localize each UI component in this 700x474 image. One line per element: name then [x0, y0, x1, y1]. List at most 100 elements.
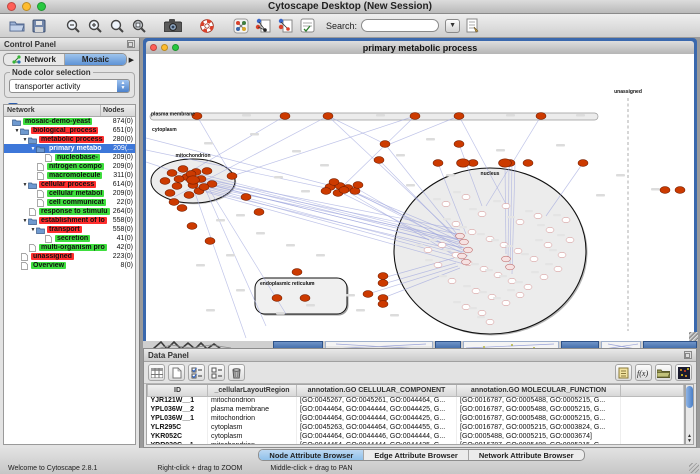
table-cell[interactable]: YPL036W__1: [148, 414, 208, 423]
zoom-selected-icon[interactable]: [130, 17, 148, 35]
attribute-table-header[interactable]: ID _cellularLayoutRegion annotation.GO C…: [148, 385, 684, 396]
snapshot-camera-icon[interactable]: [164, 17, 182, 35]
network-view-window[interactable]: primary metabolic process plasma membran…: [143, 38, 697, 341]
open-folder-icon[interactable]: [8, 17, 26, 35]
tree-row[interactable]: nitrogen compo209(0): [4, 162, 135, 171]
scrollbar-arrows-icon[interactable]: ▲▼: [686, 434, 693, 444]
attribute-grid-icon[interactable]: [148, 364, 165, 381]
attribute-matrix-icon[interactable]: [675, 364, 692, 381]
tree-column-network[interactable]: Network: [4, 105, 101, 116]
vizmapper-icon[interactable]: [232, 17, 250, 35]
table-cell[interactable]: [GO:0045263, GO:0044464, GO:0044455, G..…: [297, 423, 457, 432]
window-resize-grip[interactable]: [689, 332, 698, 341]
table-row[interactable]: YPL036W__2plasma membrane[GO:0044464, GO…: [148, 405, 684, 414]
tree-row[interactable]: response to stimulu264(0): [4, 207, 135, 216]
table-scrollbar[interactable]: ▲▼: [685, 384, 694, 445]
col-layout-region[interactable]: _cellularLayoutRegion: [208, 385, 297, 396]
tree-row[interactable]: ▼establishment of lo558(0): [4, 216, 135, 225]
table-row[interactable]: YLR295Ccytoplasm[GO:0045263, GO:0044464,…: [148, 423, 684, 432]
import-attributes-folder-icon[interactable]: [655, 364, 672, 381]
network-graph[interactable]: plasma membranecytoplasmmitochondrionnuc…: [146, 54, 694, 341]
app-resize-grip[interactable]: [689, 463, 699, 473]
node-color-combobox[interactable]: transporter activity ▲▼: [9, 79, 130, 93]
table-cell[interactable]: mitochondrion: [208, 396, 297, 405]
table-cell[interactable]: YPL036W__2: [148, 405, 208, 414]
table-scrollbar-thumb[interactable]: [686, 386, 693, 408]
table-cell[interactable]: [621, 441, 684, 445]
tree-row[interactable]: ▼metabolic process280(0): [4, 135, 135, 144]
formula-fx-icon[interactable]: f(x): [635, 364, 652, 381]
tree-row[interactable]: mosaic-demo-yeast874(0): [4, 117, 135, 126]
select-attributes-icon[interactable]: [188, 364, 205, 381]
ontology-mapper-icon[interactable]: [276, 17, 294, 35]
col-id[interactable]: ID: [148, 385, 208, 396]
table-cell[interactable]: YDR039C__1: [148, 441, 208, 445]
zoom-in-icon[interactable]: [86, 17, 104, 35]
table-cell[interactable]: [GO:0016787, GO:0005215, GO:0003824, G..…: [457, 423, 621, 432]
tree-row[interactable]: Overview8(0): [4, 261, 135, 270]
table-row[interactable]: YDR039C__1mitochondrion[GO:0044464, GO:0…: [148, 441, 684, 445]
col-cellular-component[interactable]: annotation.GO CELLULAR_COMPONENT: [297, 385, 457, 396]
tree-row[interactable]: ▼primary metabo209(...: [4, 144, 135, 153]
table-cell[interactable]: [GO:0016787, GO:0005488, GO:0005215, G..…: [457, 405, 621, 414]
tree-column-nodes[interactable]: Nodes: [101, 105, 135, 116]
table-row[interactable]: YPL036W__1mitochondrion[GO:0044464, GO:0…: [148, 414, 684, 423]
table-cell[interactable]: cytoplasm: [208, 423, 297, 432]
table-cell[interactable]: [GO:0044464, GO:0044446, GO:0044444, G..…: [297, 432, 457, 441]
network-window-titlebar[interactable]: primary metabolic process: [146, 41, 694, 54]
search-dropdown-button[interactable]: ▼: [445, 19, 460, 33]
table-cell[interactable]: mitochondrion: [208, 441, 297, 445]
tree-row[interactable]: multi-organism pro42(0): [4, 243, 135, 252]
tree-row[interactable]: cellular metabol209(0): [4, 189, 135, 198]
attribute-notes-icon[interactable]: [615, 364, 632, 381]
table-row[interactable]: YJR121W__1mitochondrion[GO:0045267, GO:0…: [148, 396, 684, 405]
table-cell[interactable]: [GO:0044464, GO:0044444, GO:0044425, G..…: [297, 441, 457, 445]
float-panel-icon[interactable]: [684, 351, 692, 359]
tab-edge-attribute-browser[interactable]: Edge Attribute Browser: [364, 450, 468, 460]
table-cell[interactable]: [621, 423, 684, 432]
table-cell[interactable]: mitochondrion: [208, 414, 297, 423]
table-cell[interactable]: YLR295C: [148, 423, 208, 432]
filter-form-icon[interactable]: [298, 17, 316, 35]
network-canvas[interactable]: plasma membranecytoplasmmitochondrionnuc…: [146, 54, 694, 341]
tab-overflow-arrow[interactable]: ▶: [127, 56, 136, 64]
tree-row[interactable]: cell communicat22(0): [4, 198, 135, 207]
unselect-attributes-icon[interactable]: [208, 364, 225, 381]
table-cell[interactable]: cytoplasm: [208, 432, 297, 441]
search-input[interactable]: [361, 19, 439, 32]
tree-row[interactable]: macromolecule311(0): [4, 171, 135, 180]
table-cell[interactable]: [GO:0016787, GO:0005488, GO:0005215, G..…: [457, 441, 621, 445]
table-cell[interactable]: [GO:0016787, GO:0005488, GO:0005215, G..…: [457, 414, 621, 423]
zoom-fit-icon[interactable]: [108, 17, 126, 35]
table-cell[interactable]: [621, 396, 684, 405]
tree-row[interactable]: nucleobase-209(0): [4, 153, 135, 162]
table-cell[interactable]: YKR052C: [148, 432, 208, 441]
help-lifesaver-icon[interactable]: [198, 17, 216, 35]
table-cell[interactable]: [621, 432, 684, 441]
float-panel-icon[interactable]: [127, 40, 135, 48]
tree-row[interactable]: ▼transport558(0): [4, 225, 135, 234]
ontology-wizard-icon[interactable]: [254, 17, 272, 35]
table-cell[interactable]: [621, 414, 684, 423]
tab-mosaic[interactable]: Mosaic: [65, 54, 125, 65]
tab-network-attribute-browser[interactable]: Network Attribute Browser: [469, 450, 584, 460]
table-cell[interactable]: [GO:0044464, GO:0044444, GO:0044425, G..…: [297, 414, 457, 423]
table-cell[interactable]: [621, 405, 684, 414]
new-attribute-icon[interactable]: [168, 364, 185, 381]
tree-row[interactable]: unassigned223(0): [4, 252, 135, 261]
table-cell[interactable]: [GO:0005488, GO:0005215, GO:0003674]: [457, 432, 621, 441]
table-cell[interactable]: YJR121W__1: [148, 396, 208, 405]
col-molecular-function[interactable]: annotation.GO MOLECULAR_FUNCTION: [457, 385, 621, 396]
annotation-index-icon[interactable]: [464, 17, 482, 35]
tab-network[interactable]: Network: [4, 54, 65, 65]
tree-row[interactable]: ▼cellular process614(0): [4, 180, 135, 189]
attribute-table[interactable]: ID _cellularLayoutRegion annotation.GO C…: [146, 384, 685, 445]
tree-row[interactable]: ▼biological_process651(0): [4, 126, 135, 135]
save-icon[interactable]: [30, 17, 48, 35]
table-cell[interactable]: [GO:0045267, GO:0045261, GO:0044464, G..…: [297, 396, 457, 405]
delete-attribute-trash-icon[interactable]: [228, 364, 245, 381]
tree-row[interactable]: secretion41(0): [4, 234, 135, 243]
zoom-out-icon[interactable]: [64, 17, 82, 35]
table-cell[interactable]: [GO:0016787, GO:0005488, GO:0005215, G..…: [457, 396, 621, 405]
table-cell[interactable]: [GO:0044464, GO:0044444, GO:0044425, G..…: [297, 405, 457, 414]
